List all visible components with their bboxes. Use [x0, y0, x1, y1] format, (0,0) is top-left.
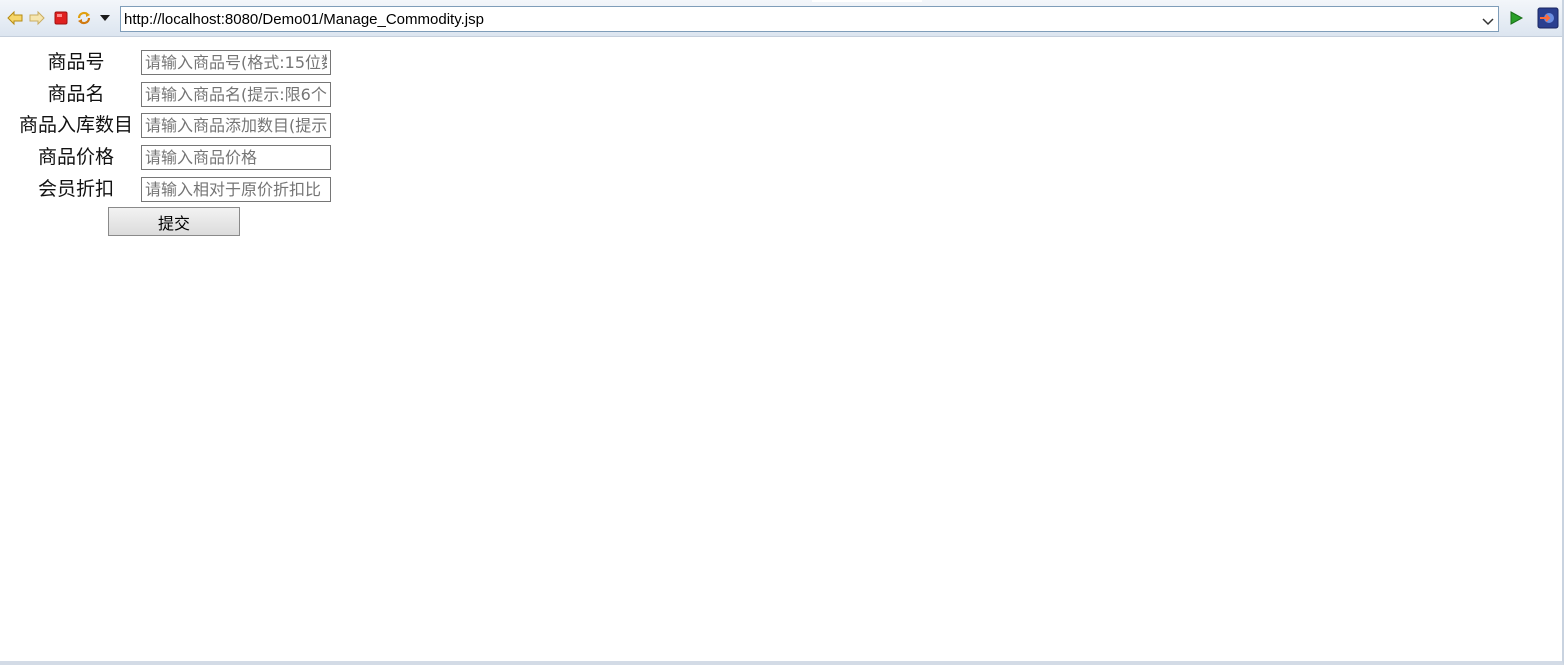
member-discount-label: 会员折扣 — [37, 178, 114, 200]
commodity-id-input[interactable] — [141, 50, 331, 75]
external-browser-icon[interactable] — [1537, 7, 1559, 29]
commodity-name-input[interactable] — [141, 82, 331, 107]
forward-arrow-icon[interactable] — [28, 9, 46, 27]
stop-icon[interactable] — [52, 9, 70, 27]
refresh-icon[interactable] — [75, 9, 93, 27]
commodity-name-label: 商品名 — [47, 83, 105, 105]
stock-quantity-label: 商品入库数目 — [18, 114, 133, 136]
address-bar[interactable] — [120, 6, 1499, 32]
chevron-down-icon[interactable] — [1482, 13, 1494, 26]
stock-quantity-input[interactable] — [141, 113, 331, 138]
submit-button[interactable]: 提交 — [108, 207, 240, 236]
back-arrow-icon[interactable] — [6, 9, 24, 27]
commodity-id-label: 商品号 — [47, 51, 105, 73]
browser-toolbar — [0, 0, 1562, 37]
browser-window: 商品号 商品名 商品入库数目 商品价格 会员折扣 提交 — [0, 0, 1564, 665]
dropdown-triangle-icon[interactable] — [96, 9, 114, 27]
url-input[interactable] — [124, 9, 1474, 29]
price-input[interactable] — [141, 145, 331, 170]
price-label: 商品价格 — [37, 146, 114, 168]
tab-indicator — [812, 0, 922, 2]
go-play-icon[interactable] — [1508, 9, 1524, 27]
member-discount-input[interactable] — [141, 177, 331, 202]
